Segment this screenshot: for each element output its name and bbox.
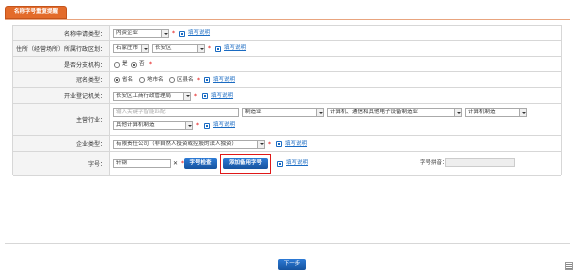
row-name-type: 名称申请类型： 内资企业 * 填写说明: [13, 26, 561, 41]
pinyin-label: 字号拼音：: [420, 160, 448, 166]
required-mark: *: [194, 92, 197, 100]
required-mark: *: [208, 45, 211, 52]
name-type-select[interactable]: 内资企业: [113, 29, 169, 38]
info-icon[interactable]: [204, 122, 210, 129]
info-icon[interactable]: [202, 93, 208, 99]
chevron-down-icon: [141, 45, 148, 52]
company-type-select[interactable]: 有限责任公司（非自然人投资或控股的法人独资）: [113, 139, 265, 149]
info-icon[interactable]: [215, 45, 221, 52]
name-type-value: 内资企业: [116, 30, 139, 36]
branch-no-label: 否: [139, 61, 145, 67]
prefix-city-label: 地市名: [147, 76, 164, 83]
row-authority: 开业登记机关： 长安区工商行政管理局 * 填写说明: [13, 88, 561, 104]
prefix-province-label: 省名: [122, 76, 134, 83]
chevron-down-icon: [197, 45, 204, 52]
industry-level1-value: 制造业: [245, 109, 262, 115]
chevron-down-icon: [519, 109, 526, 116]
row-company-type: 企业类型： 有限责任公司（非自然人投资或控股的法人独资） * 填写说明: [13, 136, 561, 152]
chevron-down-icon: [161, 30, 168, 37]
company-type-value: 有限责任公司（非自然人投资或控股的法人独资）: [116, 140, 238, 147]
prefix-help-link[interactable]: 填写说明: [213, 76, 235, 85]
required-mark: *: [268, 140, 271, 148]
authority-help-link[interactable]: 填写说明: [211, 92, 233, 101]
company-type-label: 企业类型：: [13, 136, 110, 151]
name-type-label: 名称申请类型：: [13, 26, 110, 40]
row-region: 住所（经营场所）所属行政区划： 石家庄市 长安区 * 填写说明: [13, 41, 561, 57]
tab-name-duplicate-reminder[interactable]: 名称字号重复提醒: [5, 6, 67, 19]
required-mark: *: [149, 61, 152, 68]
trade-name-help-link[interactable]: 填写说明: [286, 159, 308, 168]
industry-label: 主营行业：: [13, 104, 110, 135]
required-mark: *: [172, 30, 175, 37]
city-value: 石家庄市: [116, 45, 139, 51]
tab-underline: [5, 19, 570, 20]
chevron-down-icon: [257, 140, 264, 148]
trade-name-input[interactable]: 轩钢: [113, 159, 171, 168]
branch-yes-label: 是: [122, 61, 128, 67]
industry-level1-select[interactable]: 制造业: [242, 108, 324, 117]
region-label: 住所（经营场所）所属行政区划：: [13, 41, 110, 56]
industry-level3-value: 计算机制造: [468, 109, 496, 115]
prefix-city-radio[interactable]: [139, 77, 145, 83]
industry-search-input[interactable]: 输入关键字智能匹配: [113, 108, 239, 117]
chevron-down-icon: [316, 109, 323, 116]
clear-icon[interactable]: ✕: [173, 159, 178, 168]
prefix-county-radio[interactable]: [169, 77, 175, 83]
city-select[interactable]: 石家庄市: [113, 44, 149, 53]
required-mark: *: [197, 76, 200, 84]
name-application-form: 名称申请类型： 内资企业 * 填写说明 住所（经营场所）所属行政区划： 石家庄市…: [12, 25, 562, 176]
row-branch: 是否分支机构： 是 否 *: [13, 57, 561, 72]
industry-level3-select[interactable]: 计算机制造: [465, 108, 527, 117]
branch-label: 是否分支机构：: [13, 57, 110, 71]
name-type-help-link[interactable]: 填写说明: [188, 29, 210, 38]
chevron-down-icon: [454, 109, 461, 116]
info-icon[interactable]: [204, 77, 210, 83]
resize-grip-icon[interactable]: [565, 262, 573, 270]
row-industry: 主营行业： 输入关键字智能匹配 制造业 计算机、通信和其他电子设备制造业 计算机…: [13, 104, 561, 136]
prefix-county-label: 区县名: [177, 76, 194, 83]
info-icon[interactable]: [179, 30, 185, 37]
authority-select[interactable]: 长安区工商行政管理局: [113, 91, 191, 101]
prefix-province-radio[interactable]: [114, 77, 120, 83]
chevron-down-icon: [185, 122, 192, 129]
authority-value: 长安区工商行政管理局: [116, 92, 172, 99]
row-prefix-type: 冠名类型： 省名 地市名 区县名 * 填写说明: [13, 72, 561, 88]
industry-help-link[interactable]: 填写说明: [213, 121, 235, 130]
industry-level4-select[interactable]: 其他计算机制造: [113, 121, 193, 130]
chevron-down-icon: [183, 92, 190, 100]
required-mark: *: [196, 122, 199, 129]
info-icon[interactable]: [277, 160, 283, 167]
row-trade-name: 字号： 轩钢 ✕ * 字号检查 添加备用字号 填写说明 字号拼音：: [13, 152, 561, 176]
branch-no-radio[interactable]: [131, 61, 137, 68]
industry-level2-select[interactable]: 计算机、通信和其他电子设备制造业: [327, 108, 462, 117]
trade-name-label: 字号：: [13, 152, 110, 175]
branch-yes-radio[interactable]: [114, 61, 120, 68]
industry-level4-value: 其他计算机制造: [116, 122, 155, 128]
authority-label: 开业登记机关：: [13, 88, 110, 103]
prefix-type-label: 冠名类型：: [13, 72, 110, 87]
region-help-link[interactable]: 填写说明: [224, 44, 246, 53]
add-alternate-name-button[interactable]: 添加备用字号: [223, 157, 268, 169]
info-icon[interactable]: [276, 141, 282, 147]
pinyin-input[interactable]: [445, 158, 515, 167]
industry-level2-value: 计算机、通信和其他电子设备制造业: [330, 109, 419, 115]
footer-divider: [5, 243, 570, 244]
company-type-help-link[interactable]: 填写说明: [285, 140, 307, 149]
next-step-button[interactable]: 下一步: [278, 259, 306, 270]
check-trade-name-button[interactable]: 字号检查: [184, 157, 217, 169]
district-value: 长安区: [155, 45, 172, 51]
district-select[interactable]: 长安区: [152, 44, 205, 53]
